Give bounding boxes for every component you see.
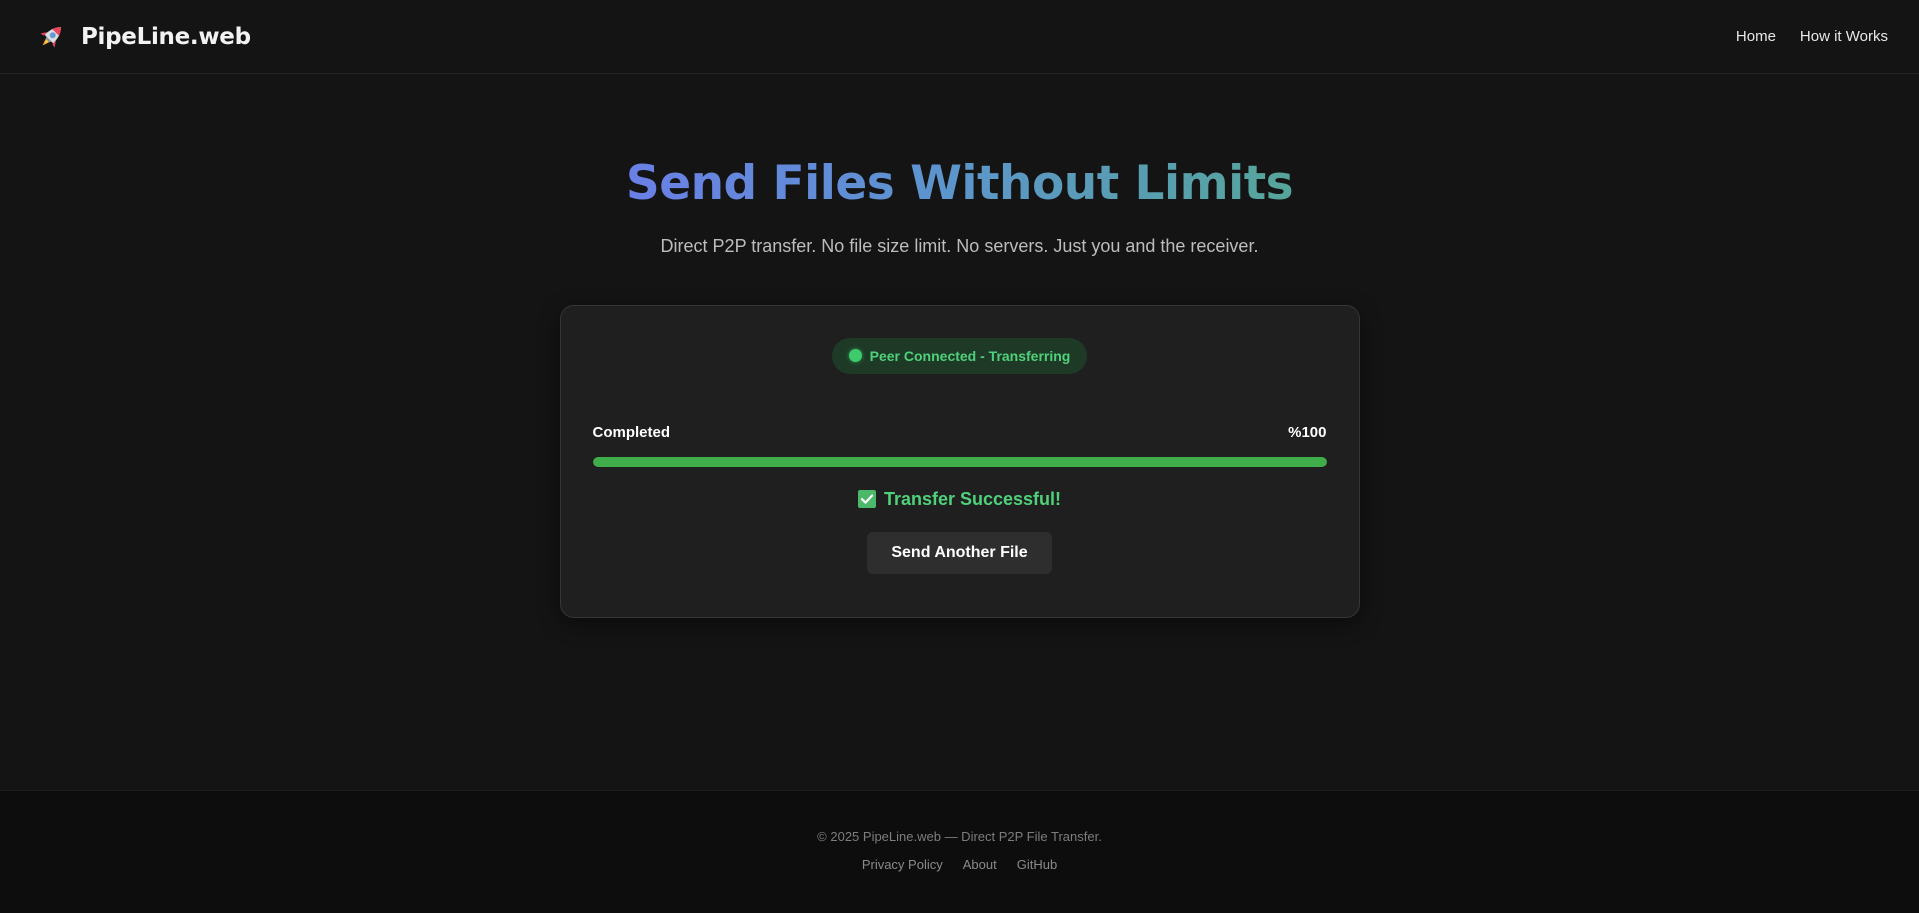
- transfer-card: Peer Connected - Transferring Completed …: [559, 304, 1360, 618]
- hero-subtitle: Direct P2P transfer. No file size limit.…: [660, 235, 1259, 256]
- brand[interactable]: PipeLine.web: [35, 21, 251, 53]
- page: PipeLine.web Home How it Works Send File…: [0, 0, 1919, 913]
- status-dot-icon: [848, 349, 862, 363]
- progress-bar: [592, 456, 1327, 467]
- connection-status-badge: Peer Connected - Transferring: [831, 337, 1088, 374]
- footer-about-link[interactable]: About: [963, 857, 997, 872]
- progress-bar-fill: [592, 456, 1327, 467]
- progress-header: Completed %100: [593, 424, 1327, 441]
- check-box-icon: [857, 490, 876, 509]
- rocket-icon: [35, 21, 67, 53]
- nav-home-link[interactable]: Home: [1736, 28, 1776, 45]
- main-nav: Home How it Works: [1736, 28, 1888, 45]
- footer-links: Privacy Policy About GitHub: [862, 857, 1057, 872]
- progress-label: Completed: [592, 423, 671, 441]
- nav-how-it-works-link[interactable]: How it Works: [1800, 28, 1888, 45]
- hero-title: Send Files Without Limits: [625, 156, 1294, 211]
- connection-status-text: Peer Connected - Transferring: [869, 347, 1071, 364]
- transfer-result-text: Transfer Successful!: [883, 488, 1062, 509]
- progress-percent: %100: [1288, 423, 1327, 441]
- footer-github-link[interactable]: GitHub: [1017, 857, 1057, 872]
- footer-copyright: © 2025 PipeLine.web — Direct P2P File Tr…: [817, 829, 1102, 844]
- main-content: Send Files Without Limits Direct P2P tra…: [0, 74, 1919, 790]
- brand-name: PipeLine.web: [81, 23, 251, 50]
- transfer-result: Transfer Successful!: [857, 488, 1062, 510]
- site-footer: © 2025 PipeLine.web — Direct P2P File Tr…: [0, 790, 1919, 913]
- send-another-file-button[interactable]: Send Another File: [867, 531, 1052, 574]
- site-header: PipeLine.web Home How it Works: [0, 0, 1919, 74]
- footer-privacy-policy-link[interactable]: Privacy Policy: [862, 857, 943, 872]
